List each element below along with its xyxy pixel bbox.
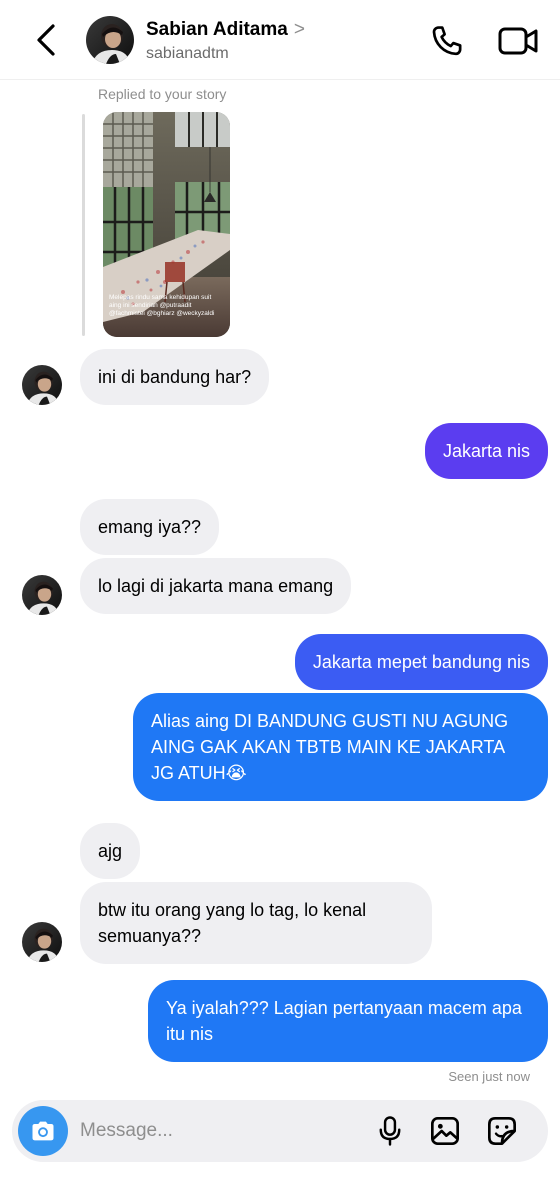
story-thumbnail[interactable]: Melepas rindu sama kehidupan suit aing i… [103, 112, 230, 337]
avatar[interactable] [22, 922, 62, 962]
camera-icon [32, 1121, 54, 1141]
contact-username: sabianadtm [146, 45, 229, 62]
story-caption: Melepas rindu sama kehidupan suit aing i… [109, 294, 215, 317]
gallery-button[interactable] [427, 1113, 463, 1149]
message-bubble-incoming[interactable]: ini di bandung har? [80, 349, 270, 405]
avatar[interactable] [22, 365, 62, 405]
image-icon [431, 1117, 459, 1145]
message-bubble-incoming[interactable]: btw itu orang yang lo tag, lo kenal semu… [80, 882, 432, 964]
message-input[interactable] [80, 1116, 350, 1146]
message-bubble-incoming[interactable]: emang iya?? [80, 499, 220, 555]
message-bubble-incoming[interactable]: lo lagi di jakarta mana emang [80, 558, 352, 614]
sticker-icon [488, 1117, 516, 1145]
message-bubble-outgoing[interactable]: Alias aing DI BANDUNG GUSTI NU AGUNG AIN… [133, 693, 548, 801]
microphone-icon [379, 1116, 401, 1146]
seen-status: Seen just now [448, 1069, 530, 1084]
message-bubble-outgoing[interactable]: Jakarta mepet bandung nis [294, 634, 548, 690]
call-button[interactable] [428, 22, 466, 60]
video-call-button[interactable] [496, 22, 540, 60]
sticker-button[interactable] [484, 1113, 520, 1149]
contact-name[interactable]: Sabian Aditama > [146, 19, 305, 41]
reply-divider [82, 114, 85, 336]
avatar[interactable] [86, 16, 134, 64]
voice-message-button[interactable] [372, 1113, 408, 1149]
message-bubble-outgoing[interactable]: Ya iyalah??? Lagian pertanyaan macem apa… [148, 980, 548, 1062]
phone-icon [432, 26, 462, 56]
back-button[interactable] [28, 22, 64, 58]
message-composer [12, 1100, 548, 1162]
message-bubble-outgoing[interactable]: Jakarta nis [424, 423, 548, 479]
chat-header: Sabian Aditama > sabianadtm [0, 0, 560, 80]
camera-button[interactable] [18, 1106, 68, 1156]
avatar[interactable] [22, 575, 62, 615]
message-bubble-incoming[interactable]: ajg [80, 823, 141, 879]
replied-to-story-label: Replied to your story [98, 86, 227, 102]
chevron-left-icon [37, 24, 55, 56]
chevron-right-icon: > [293, 19, 305, 40]
video-camera-icon [498, 27, 538, 55]
contact-name-text: Sabian Aditama [146, 19, 288, 40]
